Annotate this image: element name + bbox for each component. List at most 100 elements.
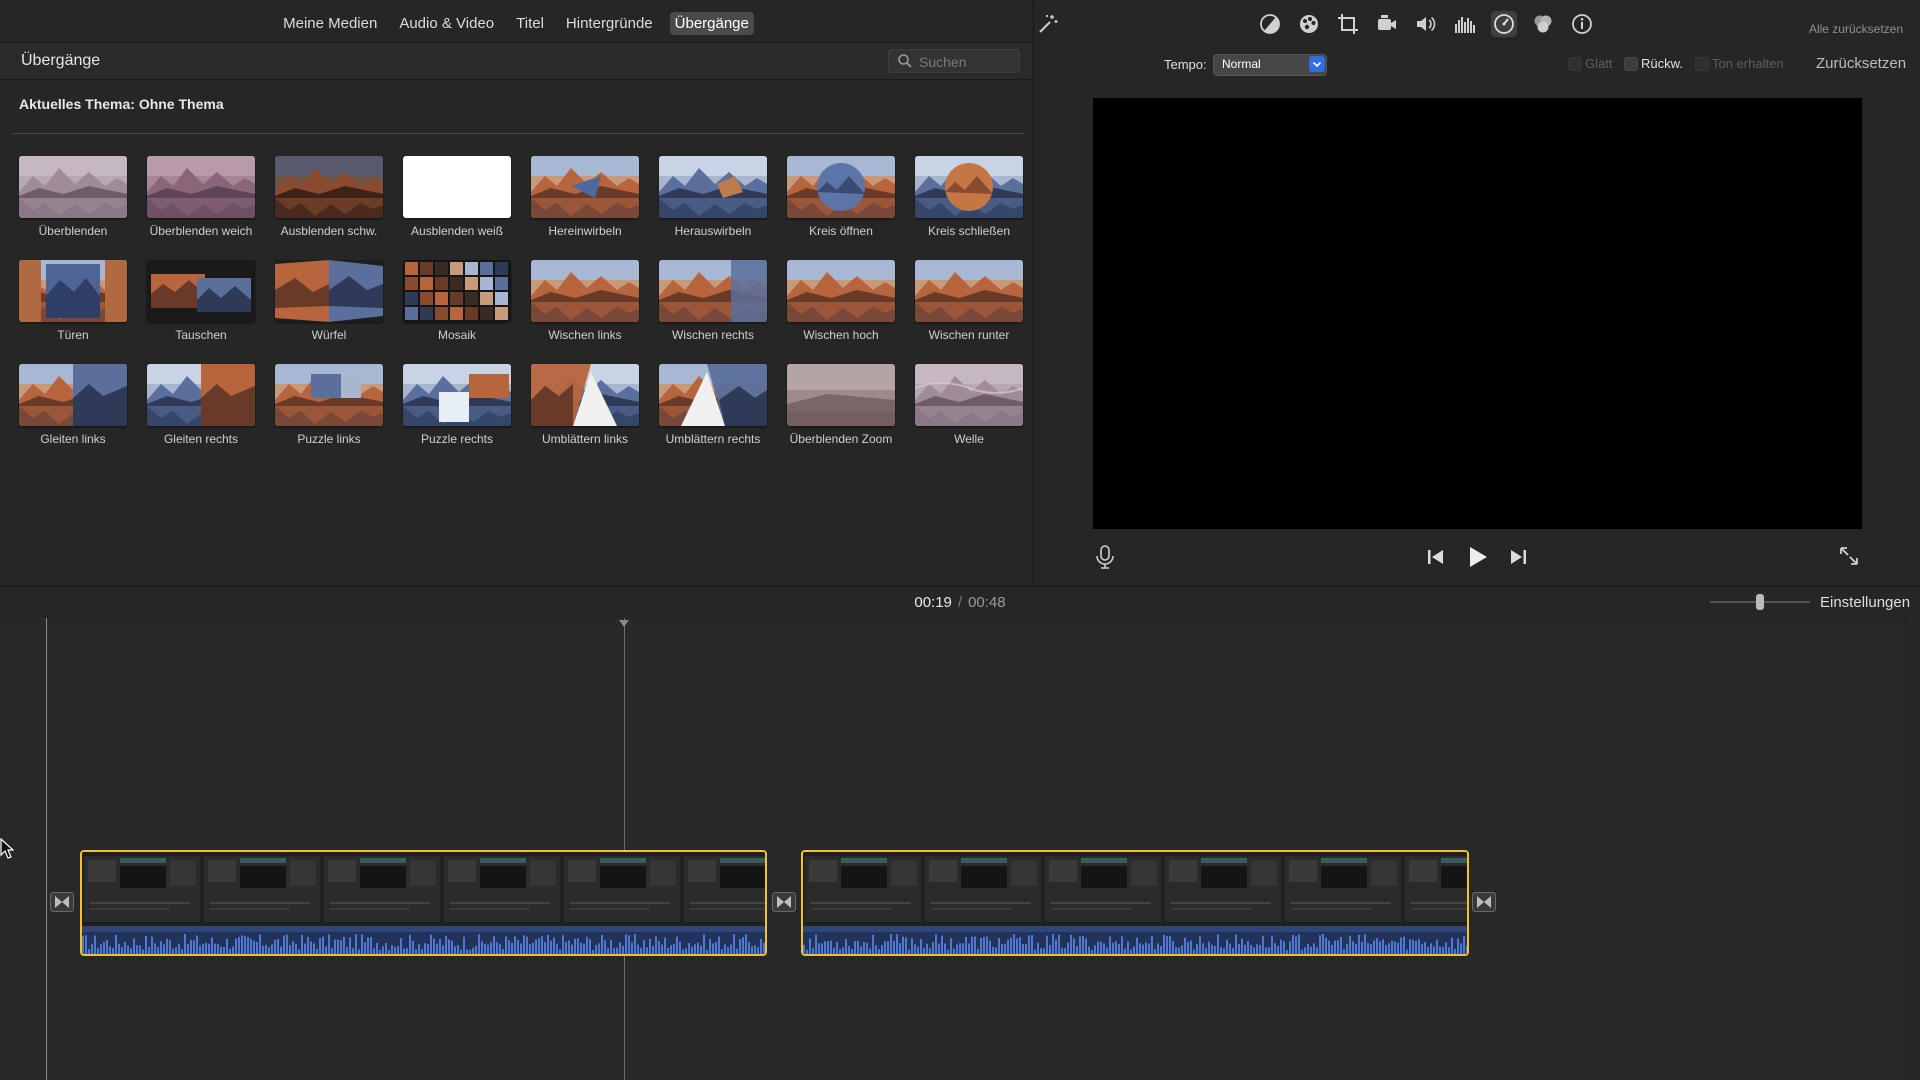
transition-umblaettern-rechts[interactable]: Umblättern rechts <box>659 364 767 454</box>
clip-thumbnails <box>82 852 765 926</box>
transition-thumbnail[interactable] <box>915 364 1023 426</box>
transition-tauschen[interactable]: Tauschen <box>147 260 255 350</box>
color-balance-icon[interactable] <box>1258 12 1282 36</box>
smooth-checkbox[interactable] <box>1568 57 1582 71</box>
transition-label: Würfel <box>311 328 347 342</box>
transition-thumbnail[interactable] <box>147 260 255 322</box>
transition-umblaettern-links[interactable]: Umblättern links <box>531 364 639 454</box>
reset-button[interactable]: Zurücksetzen <box>1816 55 1906 72</box>
transition-thumbnail[interactable] <box>403 156 511 218</box>
transition-icon[interactable] <box>772 892 796 912</box>
settings-button[interactable]: Einstellungen <box>1820 594 1910 611</box>
search-box[interactable] <box>888 49 1020 73</box>
skip-forward-icon[interactable] <box>1507 547 1529 567</box>
transition-wischen-links[interactable]: Wischen links <box>531 260 639 350</box>
transition-kreis-schliessen[interactable]: Kreis schließen <box>915 156 1023 246</box>
volume-icon[interactable] <box>1414 12 1438 36</box>
preserve-pitch-label: Ton erhalten <box>1712 56 1784 71</box>
transition-wischen-hoch[interactable]: Wischen hoch <box>787 260 895 350</box>
reset-all-button[interactable]: Alle zurücksetzen <box>1809 22 1903 36</box>
transition-thumbnail[interactable] <box>147 156 255 218</box>
info-icon[interactable] <box>1570 12 1594 36</box>
transition-wischen-rechts[interactable]: Wischen rechts <box>659 260 767 350</box>
transition-thumbnail[interactable] <box>787 260 895 322</box>
transition-thumbnail[interactable] <box>19 260 127 322</box>
clip-filter-icon[interactable] <box>1531 12 1555 36</box>
playhead[interactable] <box>624 618 625 1080</box>
transition-thumbnail[interactable] <box>403 260 511 322</box>
color-correction-icon[interactable] <box>1297 12 1321 36</box>
tab-meine-medien[interactable]: Meine Medien <box>278 12 382 35</box>
transition-kreis-oeffnen[interactable]: Kreis öffnen <box>787 156 895 246</box>
video-clip-1[interactable] <box>80 850 767 956</box>
reverse-checkbox[interactable] <box>1624 57 1638 71</box>
timeline[interactable] <box>0 618 1920 1080</box>
transition-puzzle-rechts[interactable]: Puzzle rechts <box>403 364 511 454</box>
timeline-zoom-slider[interactable] <box>1710 594 1810 610</box>
transition-thumbnail[interactable] <box>659 156 767 218</box>
transition-welle[interactable]: Welle <box>915 364 1023 454</box>
transition-label: Ausblenden weiß <box>410 224 504 238</box>
transition-ausblenden-schw[interactable]: Ausblenden schw. <box>275 156 383 246</box>
microphone-icon[interactable] <box>1094 545 1116 569</box>
timeline-scrollbar[interactable] <box>1905 618 1920 1080</box>
transition-thumbnail[interactable] <box>531 156 639 218</box>
transition-wischen-runter[interactable]: Wischen runter <box>915 260 1023 350</box>
tab-uebergaenge[interactable]: Übergänge <box>669 12 754 35</box>
search-input[interactable] <box>917 52 1017 72</box>
transition-label: Wischen hoch <box>803 328 879 342</box>
transition-tueren[interactable]: Türen <box>19 260 127 350</box>
zoom-slider-handle[interactable] <box>1756 594 1764 610</box>
transition-ueberblenden-zoom[interactable]: Überblenden Zoom <box>787 364 895 454</box>
video-preview[interactable] <box>1093 98 1862 529</box>
transition-icon[interactable] <box>1472 892 1496 912</box>
transition-thumbnail[interactable] <box>275 364 383 426</box>
transition-ueberblenden[interactable]: Überblenden <box>19 156 127 246</box>
transition-thumbnail[interactable] <box>147 364 255 426</box>
tab-titel[interactable]: Titel <box>511 12 549 35</box>
playhead-marker[interactable] <box>619 620 629 627</box>
transition-thumbnail[interactable] <box>915 156 1023 218</box>
transition-ausblenden-weiss[interactable]: Ausblenden weiß <box>403 156 511 246</box>
speed-icon[interactable] <box>1491 11 1517 37</box>
transition-thumbnail[interactable] <box>19 156 127 218</box>
stabilization-icon[interactable] <box>1375 12 1399 36</box>
transition-puzzle-links[interactable]: Puzzle links <box>275 364 383 454</box>
transition-thumbnail[interactable] <box>275 260 383 322</box>
tempo-select[interactable]: Normal <box>1213 54 1327 76</box>
transition-ueberblenden-weich[interactable]: Überblenden weich <box>147 156 255 246</box>
timeline-header: 00:19 / 00:48 Einstellungen <box>0 586 1920 619</box>
transition-thumbnail[interactable] <box>275 156 383 218</box>
transition-hereinwirbeln[interactable]: Hereinwirbeln <box>531 156 639 246</box>
noise-reduction-icon[interactable] <box>1453 12 1477 36</box>
transition-thumbnail[interactable] <box>531 260 639 322</box>
transition-thumbnail[interactable] <box>659 260 767 322</box>
transition-gleiten-rechts[interactable]: Gleiten rechts <box>147 364 255 454</box>
tab-audio-video[interactable]: Audio & Video <box>394 12 499 35</box>
transition-herauswirbeln[interactable]: Herauswirbeln <box>659 156 767 246</box>
tempo-label: Tempo: <box>1164 57 1207 72</box>
preserve-pitch-checkbox[interactable] <box>1695 57 1709 71</box>
transition-thumbnail[interactable] <box>659 364 767 426</box>
transition-thumbnail[interactable] <box>403 364 511 426</box>
tab-hintergruende[interactable]: Hintergründe <box>561 12 658 35</box>
transition-wuerfel[interactable]: Würfel <box>275 260 383 350</box>
video-clip-2[interactable] <box>801 850 1469 956</box>
transition-thumbnail[interactable] <box>787 364 895 426</box>
transition-mosaik[interactable]: Mosaik <box>403 260 511 350</box>
transition-thumbnail[interactable] <box>19 364 127 426</box>
transition-icon[interactable] <box>50 892 74 912</box>
fullscreen-icon[interactable] <box>1838 545 1860 567</box>
transition-thumbnail[interactable] <box>531 364 639 426</box>
theme-divider <box>12 133 1025 134</box>
transition-thumbnail[interactable] <box>915 260 1023 322</box>
crop-icon[interactable] <box>1336 12 1360 36</box>
timeline-start-line <box>46 618 47 1080</box>
skip-back-icon[interactable] <box>1425 547 1447 567</box>
play-icon[interactable] <box>1465 545 1489 569</box>
transition-thumbnail[interactable] <box>787 156 895 218</box>
transition-gleiten-links[interactable]: Gleiten links <box>19 364 127 454</box>
browser-header: Übergänge <box>0 42 1032 80</box>
magic-wand-icon[interactable] <box>1036 12 1060 36</box>
transition-label: Umblättern links <box>541 432 629 446</box>
